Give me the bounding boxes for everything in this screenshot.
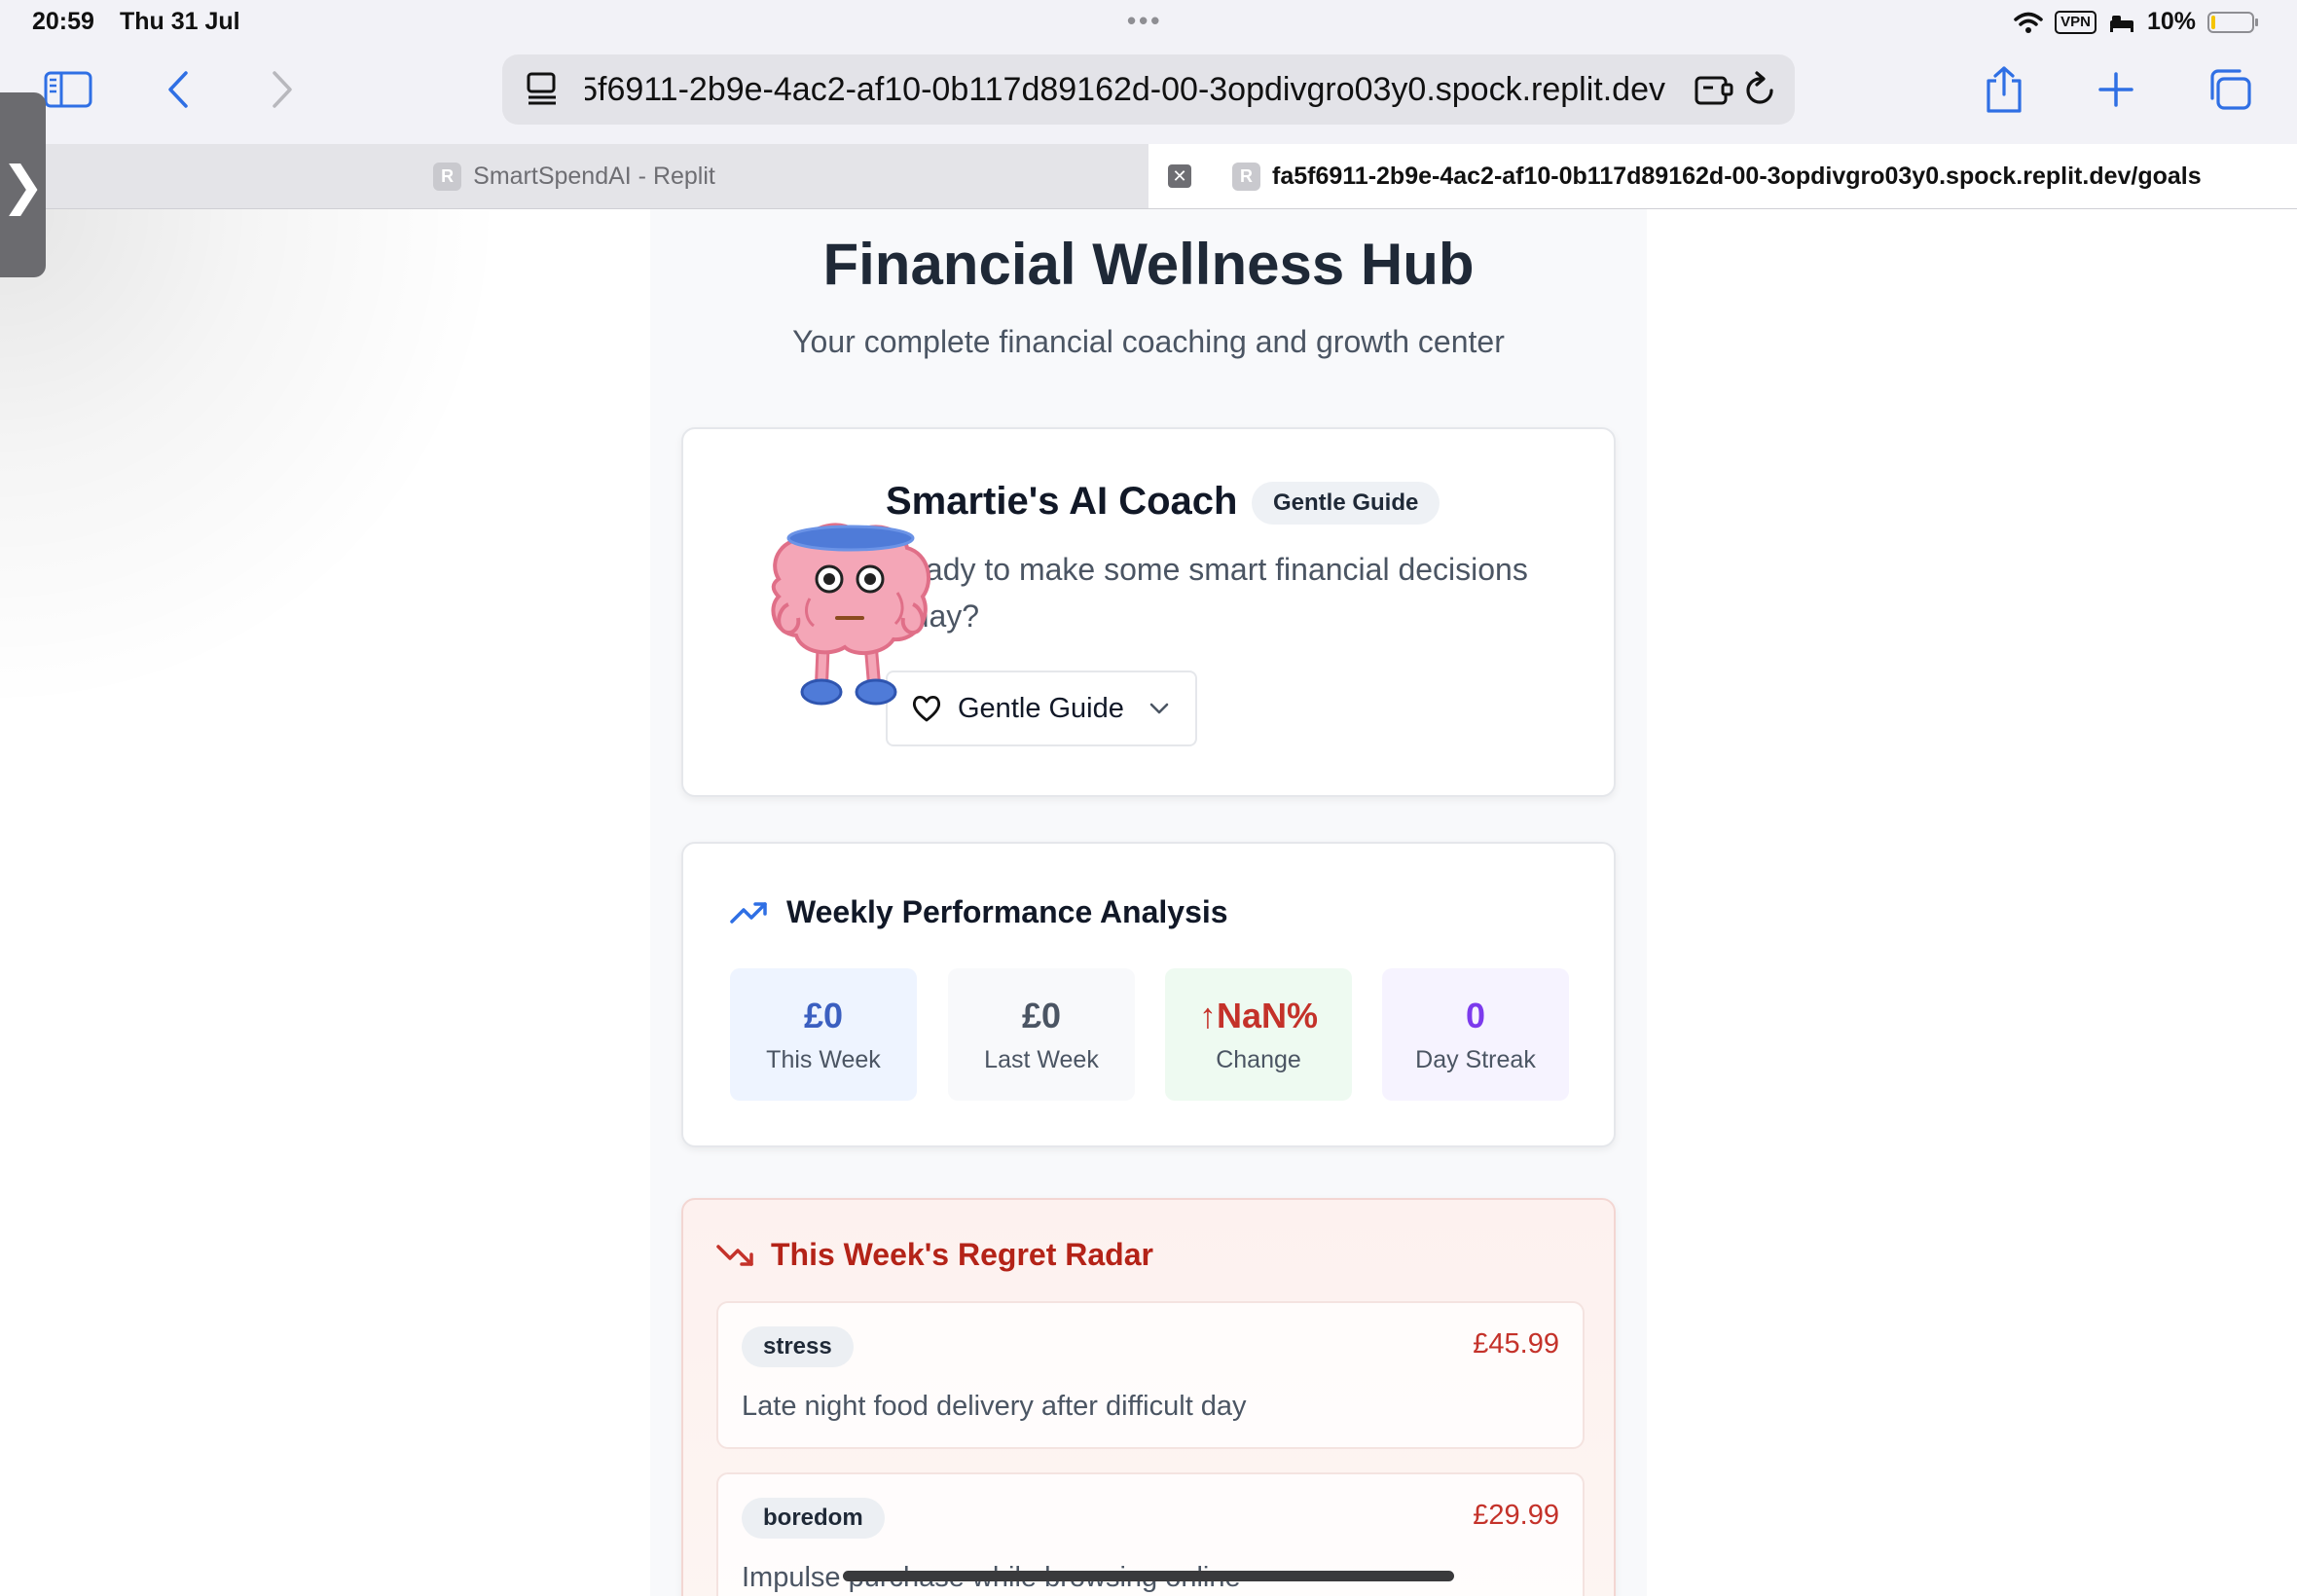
stat-label: Change (1216, 1046, 1301, 1073)
weekly-title: Weekly Performance Analysis (786, 894, 1228, 929)
battery-percent: 10% (2146, 8, 2196, 35)
replit-favicon-icon: R (1232, 162, 1260, 191)
reload-icon[interactable] (1742, 71, 1777, 113)
stat-label: Day Streak (1415, 1046, 1536, 1073)
extension-icon[interactable] (1694, 72, 1734, 112)
tab-goals[interactable]: ✕ R fa5f6911-2b9e-4ac2-af10-0b117d89162d… (1148, 144, 2297, 208)
weekly-performance-card: Weekly Performance Analysis £0 This Week… (681, 842, 1616, 1147)
back-icon[interactable] (161, 60, 196, 119)
replit-favicon-icon: R (433, 162, 462, 191)
regret-radar-card: This Week's Regret Radar stress £45.99 L… (681, 1198, 1616, 1596)
sidebar-icon[interactable] (41, 60, 95, 119)
tab-title: fa5f6911-2b9e-4ac2-af10-0b117d89162d-00-… (1272, 162, 2202, 190)
home-indicator[interactable] (843, 1571, 1454, 1581)
stat-value: ↑NaN% (1198, 996, 1319, 1035)
vpn-badge: VPN (2055, 10, 2096, 34)
regret-emotion-tag: boredom (742, 1498, 885, 1539)
tab-bar: R SmartSpendAI - Replit ✕ R fa5f6911-2b9… (0, 144, 2297, 209)
stat-label: Last Week (984, 1046, 1099, 1073)
browser-toolbar: fa5f6911-2b9e-4ac2-af10-0b117d89162d-00-… (0, 47, 2297, 144)
coach-message: Ready to make some smart financial decis… (886, 552, 1528, 634)
url-text: fa5f6911-2b9e-4ac2-af10-0b117d89162d-00-… (585, 71, 1665, 108)
stat-value: £0 (803, 996, 844, 1035)
page-content: Financial Wellness Hub Your complete fin… (650, 209, 1647, 1596)
trending-up-icon (730, 901, 767, 924)
battery-icon (2207, 11, 2258, 33)
stat-value: £0 (1021, 996, 1062, 1035)
tab-smartspendai[interactable]: R SmartSpendAI - Replit (0, 144, 1148, 208)
weekly-header: Weekly Performance Analysis (730, 894, 1228, 930)
regret-amount: £29.99 (1473, 1500, 1559, 1531)
stat-label: This Week (766, 1046, 881, 1073)
status-indicators: VPN 10% (2014, 8, 2258, 36)
smartie-brain-mascot-icon (771, 523, 931, 706)
regret-emotion-tag: stress (742, 1326, 854, 1367)
new-tab-icon[interactable] (2095, 60, 2137, 119)
stat-day-streak: 0 Day Streak (1382, 968, 1569, 1101)
close-tab-icon[interactable]: ✕ (1168, 164, 1191, 188)
coach-mode-badge: Gentle Guide (1252, 482, 1440, 525)
trending-down-icon (716, 1244, 753, 1266)
status-date: Thu 31 Jul (120, 8, 240, 35)
stat-change: ↑NaN% Change (1165, 968, 1352, 1101)
stat-value: 0 (1465, 996, 1486, 1035)
status-bar: 20:59 Thu 31 Jul ••• VPN 10% (0, 0, 2297, 47)
regret-amount: £45.99 (1473, 1328, 1559, 1360)
side-panel-handle[interactable]: ❯ (0, 92, 46, 277)
background-shadow (0, 209, 506, 715)
stat-last-week: £0 Last Week (948, 968, 1135, 1101)
ai-coach-card: Smartie's AI Coach Gentle Guide Ready to… (681, 427, 1616, 797)
chevron-down-icon (1149, 703, 1169, 714)
page-menu-icon[interactable] (526, 72, 559, 112)
address-bar[interactable]: fa5f6911-2b9e-4ac2-af10-0b117d89162d-00-… (502, 54, 1795, 125)
regret-title: This Week's Regret Radar (771, 1237, 1153, 1272)
tab-title: SmartSpendAI - Replit (473, 162, 715, 190)
wifi-icon (2014, 12, 2043, 33)
page-subtitle: Your complete financial coaching and gro… (792, 324, 1505, 359)
regret-item[interactable]: stress £45.99 Late night food delivery a… (716, 1301, 1585, 1449)
coach-mode-select-label: Gentle Guide (958, 692, 1124, 724)
multitasking-dots-icon[interactable]: ••• (1127, 6, 1162, 36)
share-icon[interactable] (1982, 60, 2026, 119)
tabs-overview-icon[interactable] (2206, 60, 2254, 119)
regret-header: This Week's Regret Radar (716, 1237, 1153, 1273)
stat-this-week: £0 This Week (730, 968, 917, 1101)
page-title: Financial Wellness Hub (822, 232, 1475, 297)
status-time: 20:59 (32, 8, 94, 35)
forward-icon[interactable] (265, 60, 300, 119)
sleep-focus-icon (2109, 15, 2133, 32)
regret-description: Late night food delivery after difficult… (742, 1391, 1247, 1422)
